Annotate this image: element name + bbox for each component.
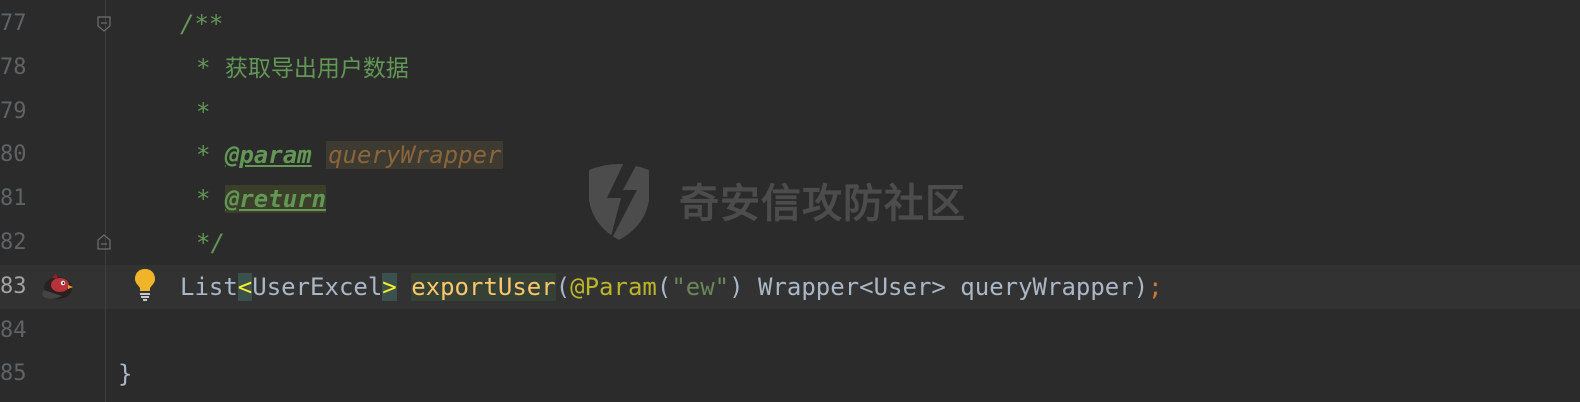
open-paren: (: [555, 273, 571, 301]
annotation-paren: (: [656, 273, 672, 301]
line-number: 82: [0, 230, 27, 255]
line-number: 80: [0, 142, 27, 167]
shield-bolt-icon: [589, 156, 649, 244]
return-type[interactable]: List: [180, 273, 238, 301]
code-line: 85 }: [0, 352, 1580, 396]
code-line-current[interactable]: 83 List<UserExcel> exportUser(@Param("ew…: [0, 265, 1580, 309]
comment-star: *: [196, 185, 225, 213]
code-line: 84: [0, 309, 1580, 353]
annotation[interactable]: @Param: [570, 273, 657, 301]
watermark: 奇安信攻防社区: [583, 155, 966, 245]
comment-star: *: [196, 54, 225, 82]
comment-line: * @param queryWrapper: [196, 133, 504, 177]
comment-text: /**: [180, 10, 224, 38]
string-literal: "ew": [671, 273, 730, 301]
code-editor[interactable]: 77 /** 78 * 获取导出用户数据 79 * 80 * @param qu…: [0, 0, 1580, 402]
watermark-text: 奇安信攻防社区: [679, 181, 966, 227]
line-number: 85: [0, 361, 27, 386]
code-line: 78 * 获取导出用户数据: [0, 46, 1580, 90]
line-number: 81: [0, 186, 27, 211]
comment-star: *: [196, 98, 211, 126]
javadoc-param-name[interactable]: queryWrapper: [326, 141, 504, 169]
comment-description: 获取导出用户数据: [224, 56, 409, 82]
javadoc-param-tag[interactable]: @param: [225, 141, 312, 169]
lightbulb-icon[interactable]: [133, 267, 157, 301]
comment-line: * @return: [196, 177, 327, 221]
bird-avatar-icon[interactable]: [38, 270, 74, 302]
method-name[interactable]: exportUser: [411, 273, 556, 301]
generic-open-bracket: <: [237, 273, 253, 301]
code-line: 77 /**: [0, 2, 1580, 46]
line-number: 77: [0, 11, 27, 36]
comment-star: *: [196, 141, 225, 169]
javadoc-return-tag[interactable]: @return: [224, 185, 327, 213]
method-declaration[interactable]: List<UserExcel> exportUser(@Param("ew") …: [180, 265, 1163, 309]
closing-brace: }: [118, 360, 133, 388]
line-number: 78: [0, 55, 27, 80]
line-number: 79: [0, 99, 27, 124]
generic-close-bracket: >: [382, 273, 397, 301]
code-line: 79 *: [0, 90, 1580, 134]
line-number: 84: [0, 318, 27, 343]
semicolon: ;: [1148, 273, 1163, 301]
comment-end: */: [196, 229, 225, 257]
comment-line: * 获取导出用户数据: [196, 46, 409, 91]
parameter-list[interactable]: ) Wrapper<User> queryWrapper): [729, 273, 1148, 301]
generic-type[interactable]: UserExcel: [252, 273, 382, 301]
line-number: 83: [0, 274, 27, 299]
